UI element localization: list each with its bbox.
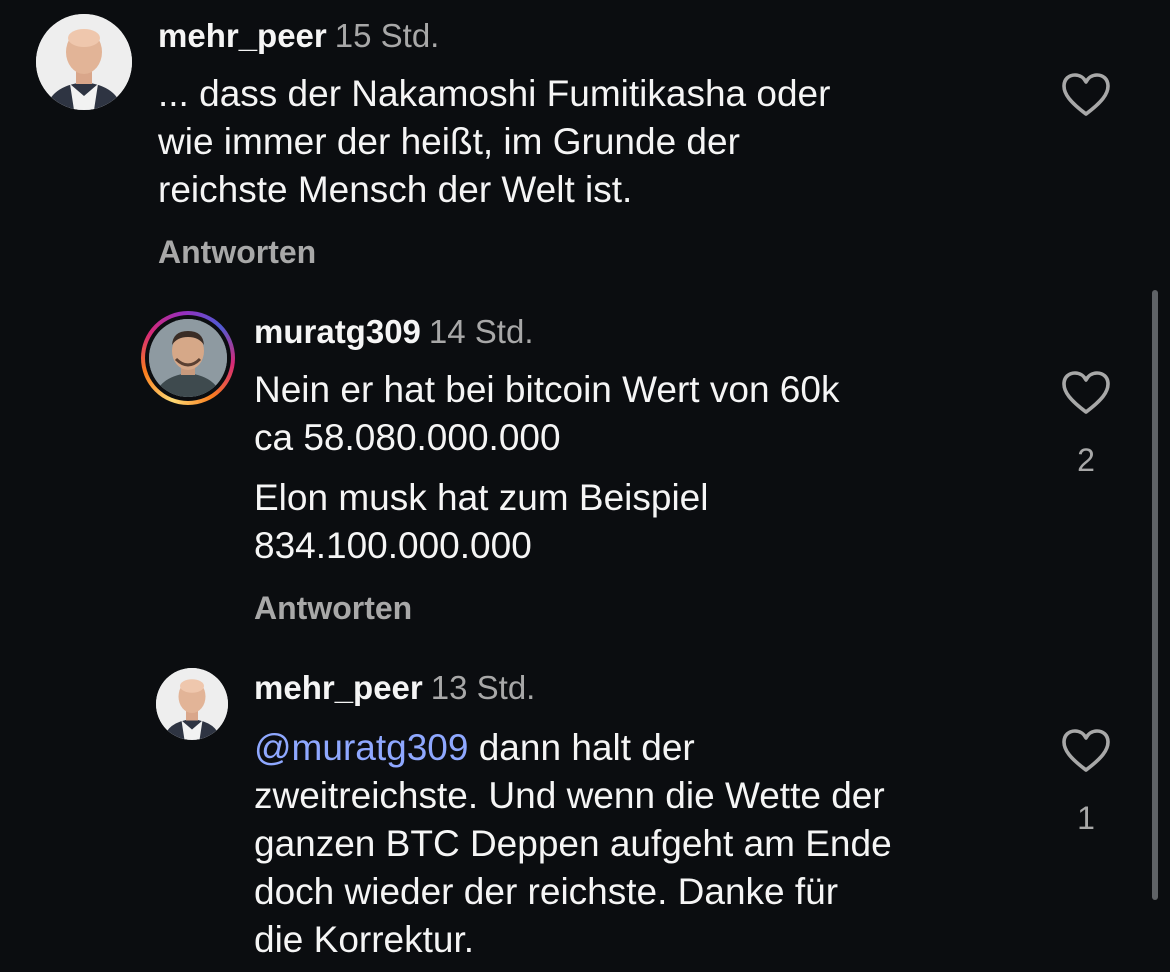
comment-text-continued: Elon musk hat zum Beispiel 834.100.000.0…	[254, 477, 709, 566]
comment-meta: mehr_peer 15 Std.	[158, 16, 439, 56]
like-button[interactable]	[1060, 728, 1112, 774]
reply-comment-item: mehr_peer 13 Std. @muratg309 dann halt de…	[0, 652, 1170, 972]
bald-man-avatar-icon	[36, 14, 132, 110]
heart-icon	[1062, 729, 1110, 772]
story-ring[interactable]	[141, 311, 235, 405]
like-button[interactable]	[1060, 72, 1112, 118]
man-avatar-icon	[149, 319, 227, 397]
heart-icon	[1062, 371, 1110, 414]
bald-man-avatar-icon	[156, 668, 228, 740]
comment-meta: muratg309 14 Std.	[254, 312, 533, 352]
avatar[interactable]	[156, 668, 228, 740]
reply-button[interactable]: Antworten	[254, 588, 412, 628]
comment-text: Nein er hat bei bitcoin Wert von 60k ca …	[254, 369, 840, 458]
like-count: 2	[1077, 442, 1095, 478]
username[interactable]: mehr_peer	[254, 669, 423, 706]
comment-text: @muratg309 dann halt der zweitreichste. …	[254, 724, 1044, 964]
comment-item: mehr_peer 15 Std. ... dass der Nakamoshi …	[0, 0, 1170, 280]
username[interactable]: mehr_peer	[158, 17, 327, 54]
reply-button[interactable]: Antworten	[158, 232, 316, 272]
avatar[interactable]	[36, 14, 132, 110]
comment-text: ... dass der Nakamoshi Fumitikasha oder …	[158, 73, 831, 210]
avatar	[149, 319, 227, 397]
scrollbar[interactable]	[1152, 290, 1158, 900]
like-count: 1	[1077, 800, 1095, 836]
username[interactable]: muratg309	[254, 313, 421, 350]
like-button[interactable]	[1060, 370, 1112, 416]
heart-icon	[1062, 73, 1110, 116]
reply-comment-item: muratg309 14 Std. Nein er hat bei bitcoin…	[0, 290, 1170, 650]
timestamp: 13 Std.	[430, 669, 536, 706]
timestamp: 14 Std.	[428, 313, 534, 350]
timestamp: 15 Std.	[334, 17, 440, 54]
comment-meta: mehr_peer 13 Std.	[254, 668, 535, 708]
mention-link[interactable]: @muratg309	[254, 727, 468, 768]
